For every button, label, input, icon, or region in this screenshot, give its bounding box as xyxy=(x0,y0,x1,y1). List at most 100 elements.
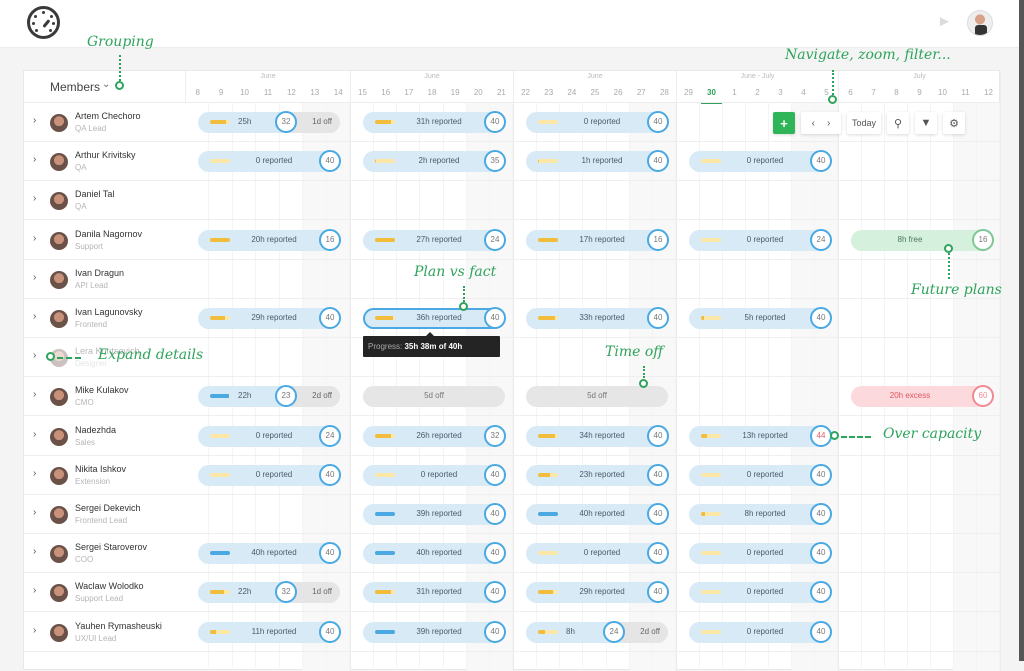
plan-bar[interactable]: 23h reported 40 xyxy=(526,463,669,486)
plan-bar[interactable]: 8h reported 40 xyxy=(689,503,832,525)
plan-bar[interactable]: 0 reported 40 xyxy=(526,542,669,565)
plan-bar[interactable]: 0 reported 40 xyxy=(526,111,669,133)
next-period-button[interactable]: › xyxy=(827,118,830,129)
plan-bar[interactable]: 40h reported 40 xyxy=(363,542,506,565)
stopwatch-logo-icon[interactable] xyxy=(27,6,60,39)
plan-bar[interactable]: 31h reported 40 xyxy=(363,581,506,604)
plan-bar[interactable]: 0 reported 40 xyxy=(689,581,832,604)
plan-bar[interactable]: 20h reported 16 xyxy=(198,228,341,251)
capacity-badge: 40 xyxy=(810,307,832,329)
plan-bar-with-time-off[interactable]: 8h 24 2d off xyxy=(526,620,668,643)
zoom-icon[interactable]: ⚲ xyxy=(887,112,909,134)
reported-label: 0 reported xyxy=(255,430,293,440)
plan-bar-with-time-off[interactable]: 22h 23 2d off xyxy=(198,385,340,408)
plan-bar[interactable]: 0 reported 40 xyxy=(689,150,832,173)
member-name[interactable]: Yauhen Rymasheuski xyxy=(75,621,162,631)
plan-bar-with-time-off[interactable]: 22h 32 1d off xyxy=(198,581,340,604)
plan-bar[interactable]: 39h reported 40 xyxy=(363,620,506,643)
plan-bar[interactable]: 31h reported 40 xyxy=(363,111,506,133)
gear-icon[interactable]: ⚙ xyxy=(943,112,965,134)
member-name[interactable]: Mike Kulakov xyxy=(75,385,129,395)
reported-label: 0 reported xyxy=(746,469,784,479)
member-name[interactable]: Danila Nagornov xyxy=(75,229,142,239)
member-name[interactable]: Nikita Ishkov xyxy=(75,464,126,474)
expand-chevron-icon[interactable]: › xyxy=(33,625,36,636)
future-plan-bar[interactable]: 8h free 16 xyxy=(851,228,994,251)
day-label: 24 xyxy=(567,88,577,97)
reported-label: 40h reported xyxy=(416,548,462,558)
add-button[interactable]: + xyxy=(773,112,795,134)
plan-bar[interactable]: 0 reported 40 xyxy=(689,620,832,643)
day-label: 23 xyxy=(544,88,554,97)
plan-bar[interactable]: 0 reported 40 xyxy=(689,542,832,565)
expand-chevron-icon[interactable]: › xyxy=(33,585,36,596)
plan-bar[interactable]: 0 reported 24 xyxy=(198,424,341,447)
progress-bar xyxy=(538,316,558,320)
bell-icon[interactable]: ► xyxy=(937,14,953,30)
expand-chevron-icon[interactable]: › xyxy=(33,429,36,440)
user-avatar[interactable] xyxy=(967,10,993,36)
today-button[interactable]: Today xyxy=(847,112,881,134)
plan-bar[interactable]: 0 reported 40 xyxy=(689,463,832,486)
plan-bar[interactable]: 36h reported 40 xyxy=(363,307,506,329)
capacity-badge: 35 xyxy=(484,150,506,173)
excess-plan-bar[interactable]: 20h excess 60 xyxy=(851,385,994,408)
capacity-badge: 40 xyxy=(484,463,506,486)
plan-bar[interactable]: 11h reported 40 xyxy=(198,620,341,643)
plan-bar[interactable]: 1h reported 40 xyxy=(526,150,669,173)
time-off-bar[interactable]: 5d off xyxy=(526,386,668,408)
member-name[interactable]: Artem Chechoro xyxy=(75,111,141,121)
member-name[interactable]: Waclaw Wolodko xyxy=(75,581,144,591)
grouping-selector[interactable]: Members ⌄ xyxy=(24,71,186,103)
reported-label: 8h reported xyxy=(744,509,786,518)
expand-chevron-icon[interactable]: › xyxy=(33,546,36,557)
time-off-bar[interactable]: 5d off xyxy=(363,386,505,408)
member-name[interactable]: Sergei Dekevich xyxy=(75,503,141,513)
member-name[interactable]: Sergei Staroverov xyxy=(75,542,147,552)
expand-chevron-icon[interactable]: › xyxy=(33,272,36,283)
member-name[interactable]: Nadezhda xyxy=(75,425,116,435)
plan-bar[interactable]: 5h reported 40 xyxy=(689,307,832,329)
plan-bar[interactable]: 39h reported 40 xyxy=(363,503,506,525)
plan-bar[interactable]: 0 reported 40 xyxy=(198,463,341,486)
plan-bar[interactable]: 34h reported 40 xyxy=(526,424,669,447)
capacity-badge: 40 xyxy=(810,150,832,173)
time-off-label: 5d off xyxy=(424,391,444,401)
plan-bar-with-time-off[interactable]: 25h 32 1d off xyxy=(198,111,340,133)
plan-bar[interactable]: 29h reported 40 xyxy=(526,581,669,604)
plan-bar[interactable]: 26h reported 32 xyxy=(363,424,506,447)
expand-chevron-icon[interactable]: › xyxy=(33,233,36,244)
plan-bar[interactable]: 33h reported 40 xyxy=(526,307,669,329)
expand-chevron-icon[interactable]: › xyxy=(33,350,36,361)
plan-bar[interactable]: 17h reported 16 xyxy=(526,228,669,251)
plan-bar[interactable]: 0 reported 24 xyxy=(689,228,832,251)
previous-period-button[interactable]: ‹ xyxy=(812,118,815,129)
member-name[interactable]: Ivan Dragun xyxy=(75,268,124,278)
plan-bar[interactable]: 2h reported 35 xyxy=(363,150,506,173)
member-role: QA xyxy=(75,163,87,173)
progress-bar xyxy=(210,590,230,595)
filter-icon[interactable]: ▼ xyxy=(915,112,937,134)
member-row: › Daniel Tal QA xyxy=(24,181,1001,221)
expand-chevron-icon[interactable]: › xyxy=(33,468,36,479)
plan-bar[interactable]: 13h reported 44 xyxy=(689,424,832,447)
expand-chevron-icon[interactable]: › xyxy=(33,115,36,126)
plan-bar[interactable]: 0 reported 40 xyxy=(363,463,506,486)
expand-chevron-icon[interactable]: › xyxy=(33,507,36,518)
expand-chevron-icon[interactable]: › xyxy=(33,311,36,322)
plan-bar[interactable]: 0 reported 40 xyxy=(198,150,341,173)
expand-chevron-icon[interactable]: › xyxy=(33,389,36,400)
annotation-marker xyxy=(828,95,837,104)
expand-chevron-icon[interactable]: › xyxy=(33,193,36,204)
day-label: 12 xyxy=(984,88,993,97)
member-name[interactable]: Ivan Lagunovsky xyxy=(75,307,143,317)
plan-bar[interactable]: 40h reported 40 xyxy=(198,542,341,565)
plan-bar[interactable]: 40h reported 40 xyxy=(526,503,669,525)
member-name[interactable]: Arthur Krivitsky xyxy=(75,150,136,160)
member-row: › Sergei Staroverov COO 40h reported 40 40h r… xyxy=(24,534,1001,574)
plan-bar[interactable]: 27h reported 24 xyxy=(363,228,506,251)
plan-bar[interactable]: 29h reported 40 xyxy=(198,307,341,329)
reported-label: 34h reported xyxy=(579,430,625,440)
member-name[interactable]: Daniel Tal xyxy=(75,189,114,199)
expand-chevron-icon[interactable]: › xyxy=(33,154,36,165)
